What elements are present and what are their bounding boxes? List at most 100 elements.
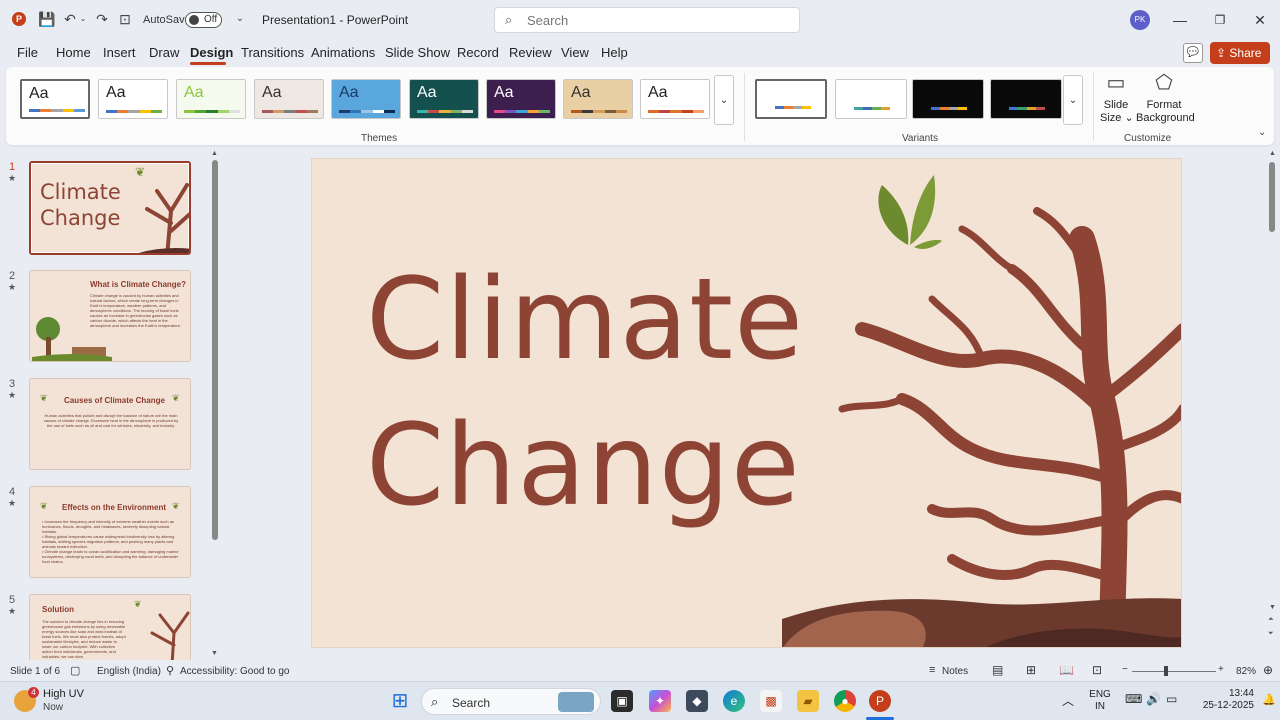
customize-qat-icon[interactable]: ⌄ [232,11,248,27]
slide-thumbnail-entry[interactable]: 2 ★ What is Climate Change? Climate chan… [0,270,200,370]
spelling-check-icon[interactable]: ▢ [70,664,80,677]
zoom-out-icon[interactable]: − [1122,664,1128,675]
battery-icon[interactable]: ▭ [1166,692,1177,706]
present-from-start-icon[interactable]: ⊡ [117,11,133,27]
zoom-slider-thumb[interactable] [1164,666,1168,676]
scroll-up-icon[interactable]: ▲ [211,150,218,157]
copilot-icon[interactable]: ✦ [649,690,671,712]
variant-option[interactable] [755,79,827,119]
tab-help[interactable]: Help [601,45,628,60]
theme-option[interactable]: Aa [563,79,633,119]
redo-icon[interactable]: ↷ [94,11,110,27]
undo-dropdown-icon[interactable]: ⌄ [78,11,88,27]
language-indicator[interactable]: English (India) [97,666,161,677]
variant-option[interactable] [835,79,907,119]
slide-thumbnail[interactable]: ❦ Effects on the Environment ❦ • Increas… [29,486,191,578]
search-box[interactable]: ⌕ [494,7,800,33]
app-icon[interactable]: ◆ [686,690,708,712]
tab-animations[interactable]: Animations [311,45,375,60]
autosave-toggle[interactable]: Off [185,12,222,28]
chrome-icon[interactable]: ● [834,690,856,712]
scrollbar-thumb[interactable] [1269,162,1275,232]
tab-file[interactable]: File [17,45,38,60]
volume-icon[interactable]: 🔊 [1146,692,1161,706]
notification-icon[interactable]: 🔔 [1262,693,1276,706]
edge-icon[interactable]: e [723,690,745,712]
tab-record[interactable]: Record [457,45,499,60]
slide-thumbnail-entry[interactable]: 1 ★ Climate Change ❦ [0,161,200,261]
tab-home[interactable]: Home [56,45,91,60]
theme-option[interactable]: Aa [409,79,479,119]
theme-option[interactable]: Aa [254,79,324,119]
input-language[interactable]: ENG IN [1088,689,1112,713]
theme-option[interactable]: Aa [486,79,556,119]
zoom-in-icon[interactable]: + [1218,664,1224,675]
variant-option[interactable] [990,79,1062,119]
theme-option[interactable]: Aa [98,79,168,119]
task-view-icon[interactable]: ▣ [611,690,633,712]
current-slide[interactable]: Climate Change [311,158,1182,648]
slide-sorter-icon[interactable]: ⊞ [1026,663,1036,677]
variants-more-button[interactable]: ⌄ [1063,75,1083,125]
slide-show-icon[interactable]: ⊡ [1092,663,1102,677]
slide-scrollbar[interactable]: ▲ ▼ ⏶ ⏷ [1266,150,1278,660]
tab-draw[interactable]: Draw [149,45,179,60]
tree-illustration [138,183,189,253]
slide-size-button[interactable]: ▭ Slide Size ⌄ [1100,71,1134,125]
close-icon[interactable]: ✕ [1248,8,1272,32]
zoom-level[interactable]: 82% [1236,666,1256,677]
restore-icon[interactable]: ❐ [1208,8,1232,32]
file-explorer-icon[interactable]: ▰ [797,690,819,712]
next-slide-icon[interactable]: ⏷ [1268,630,1274,638]
fit-to-window-icon[interactable]: ⊕ [1263,663,1273,677]
scroll-up-icon[interactable]: ▲ [1269,150,1276,157]
office-app-icon[interactable]: ▩ [760,690,782,712]
theme-option[interactable]: Aa [640,79,710,119]
tab-insert[interactable]: Insert [103,45,136,60]
taskbar-search[interactable]: ⌕ Search [421,688,601,715]
slide-thumbnail-entry[interactable]: 4 ★ ❦ Effects on the Environment ❦ • Inc… [0,486,200,586]
theme-option[interactable]: Aa [20,79,90,119]
slide-title-placeholder[interactable]: Climate Change [366,247,826,539]
undo-icon[interactable]: ↶ [62,11,78,27]
show-hidden-icons[interactable]: ︿ [1062,692,1074,709]
format-background-button[interactable]: ⬠ Format Background [1136,71,1195,125]
normal-view-icon[interactable]: ▤ [992,663,1003,677]
weather-title[interactable]: High UV [43,688,84,700]
scroll-down-icon[interactable]: ▼ [211,650,218,657]
themes-more-button[interactable]: ⌄ [714,75,734,125]
theme-option[interactable]: Aa [176,79,246,119]
clock[interactable]: 13:44 25-12-2025 [1190,688,1254,712]
tab-slide-show[interactable]: Slide Show [385,45,450,60]
theme-option[interactable]: Aa [331,79,401,119]
reading-view-icon[interactable]: 📖 [1059,663,1074,677]
notes-button[interactable]: Notes [942,666,968,677]
collapse-ribbon-icon[interactable]: ⌄ [1258,127,1266,138]
zoom-slider[interactable] [1132,671,1216,672]
scroll-down-icon[interactable]: ▼ [1269,604,1276,611]
scrollbar-thumb[interactable] [212,160,218,540]
slide-thumbnail[interactable]: Climate Change ❦ [29,161,191,255]
slide-thumbnail-entry[interactable]: 5 ★ Solution ❦ The solution to climate c… [0,594,200,660]
slide-thumbnail[interactable]: What is Climate Change? Climate change i… [29,270,191,362]
tab-review[interactable]: Review [509,45,552,60]
tab-design[interactable]: Design [190,45,233,60]
accessibility-status[interactable]: Accessibility: Good to go [180,666,290,677]
thumbnail-scrollbar[interactable]: ▲ ▼ [211,150,219,660]
share-button[interactable]: ⇪ Share ⌄ [1210,42,1270,81]
avatar[interactable]: PK [1130,10,1150,30]
search-input[interactable] [527,11,787,29]
minimize-icon[interactable]: — [1168,8,1192,32]
slide-thumbnail-entry[interactable]: 3 ★ ❦ Causes of Climate Change ❦ Human a… [0,378,200,478]
variant-option[interactable] [912,79,984,119]
tab-view[interactable]: View [561,45,589,60]
comments-icon[interactable]: 💬 [1183,43,1203,63]
network-icon[interactable]: ⌨ [1125,692,1142,706]
previous-slide-icon[interactable]: ⏶ [1268,616,1274,624]
tab-transitions[interactable]: Transitions [241,45,304,60]
slide-thumbnail[interactable]: ❦ Causes of Climate Change ❦ Human activ… [29,378,191,470]
slide-thumbnail[interactable]: Solution ❦ The solution to climate chang… [29,594,191,660]
save-icon[interactable]: 💾 [38,11,55,27]
powerpoint-taskbar-icon[interactable]: P [869,690,891,712]
windows-start-icon[interactable]: ⊞ [389,690,411,712]
